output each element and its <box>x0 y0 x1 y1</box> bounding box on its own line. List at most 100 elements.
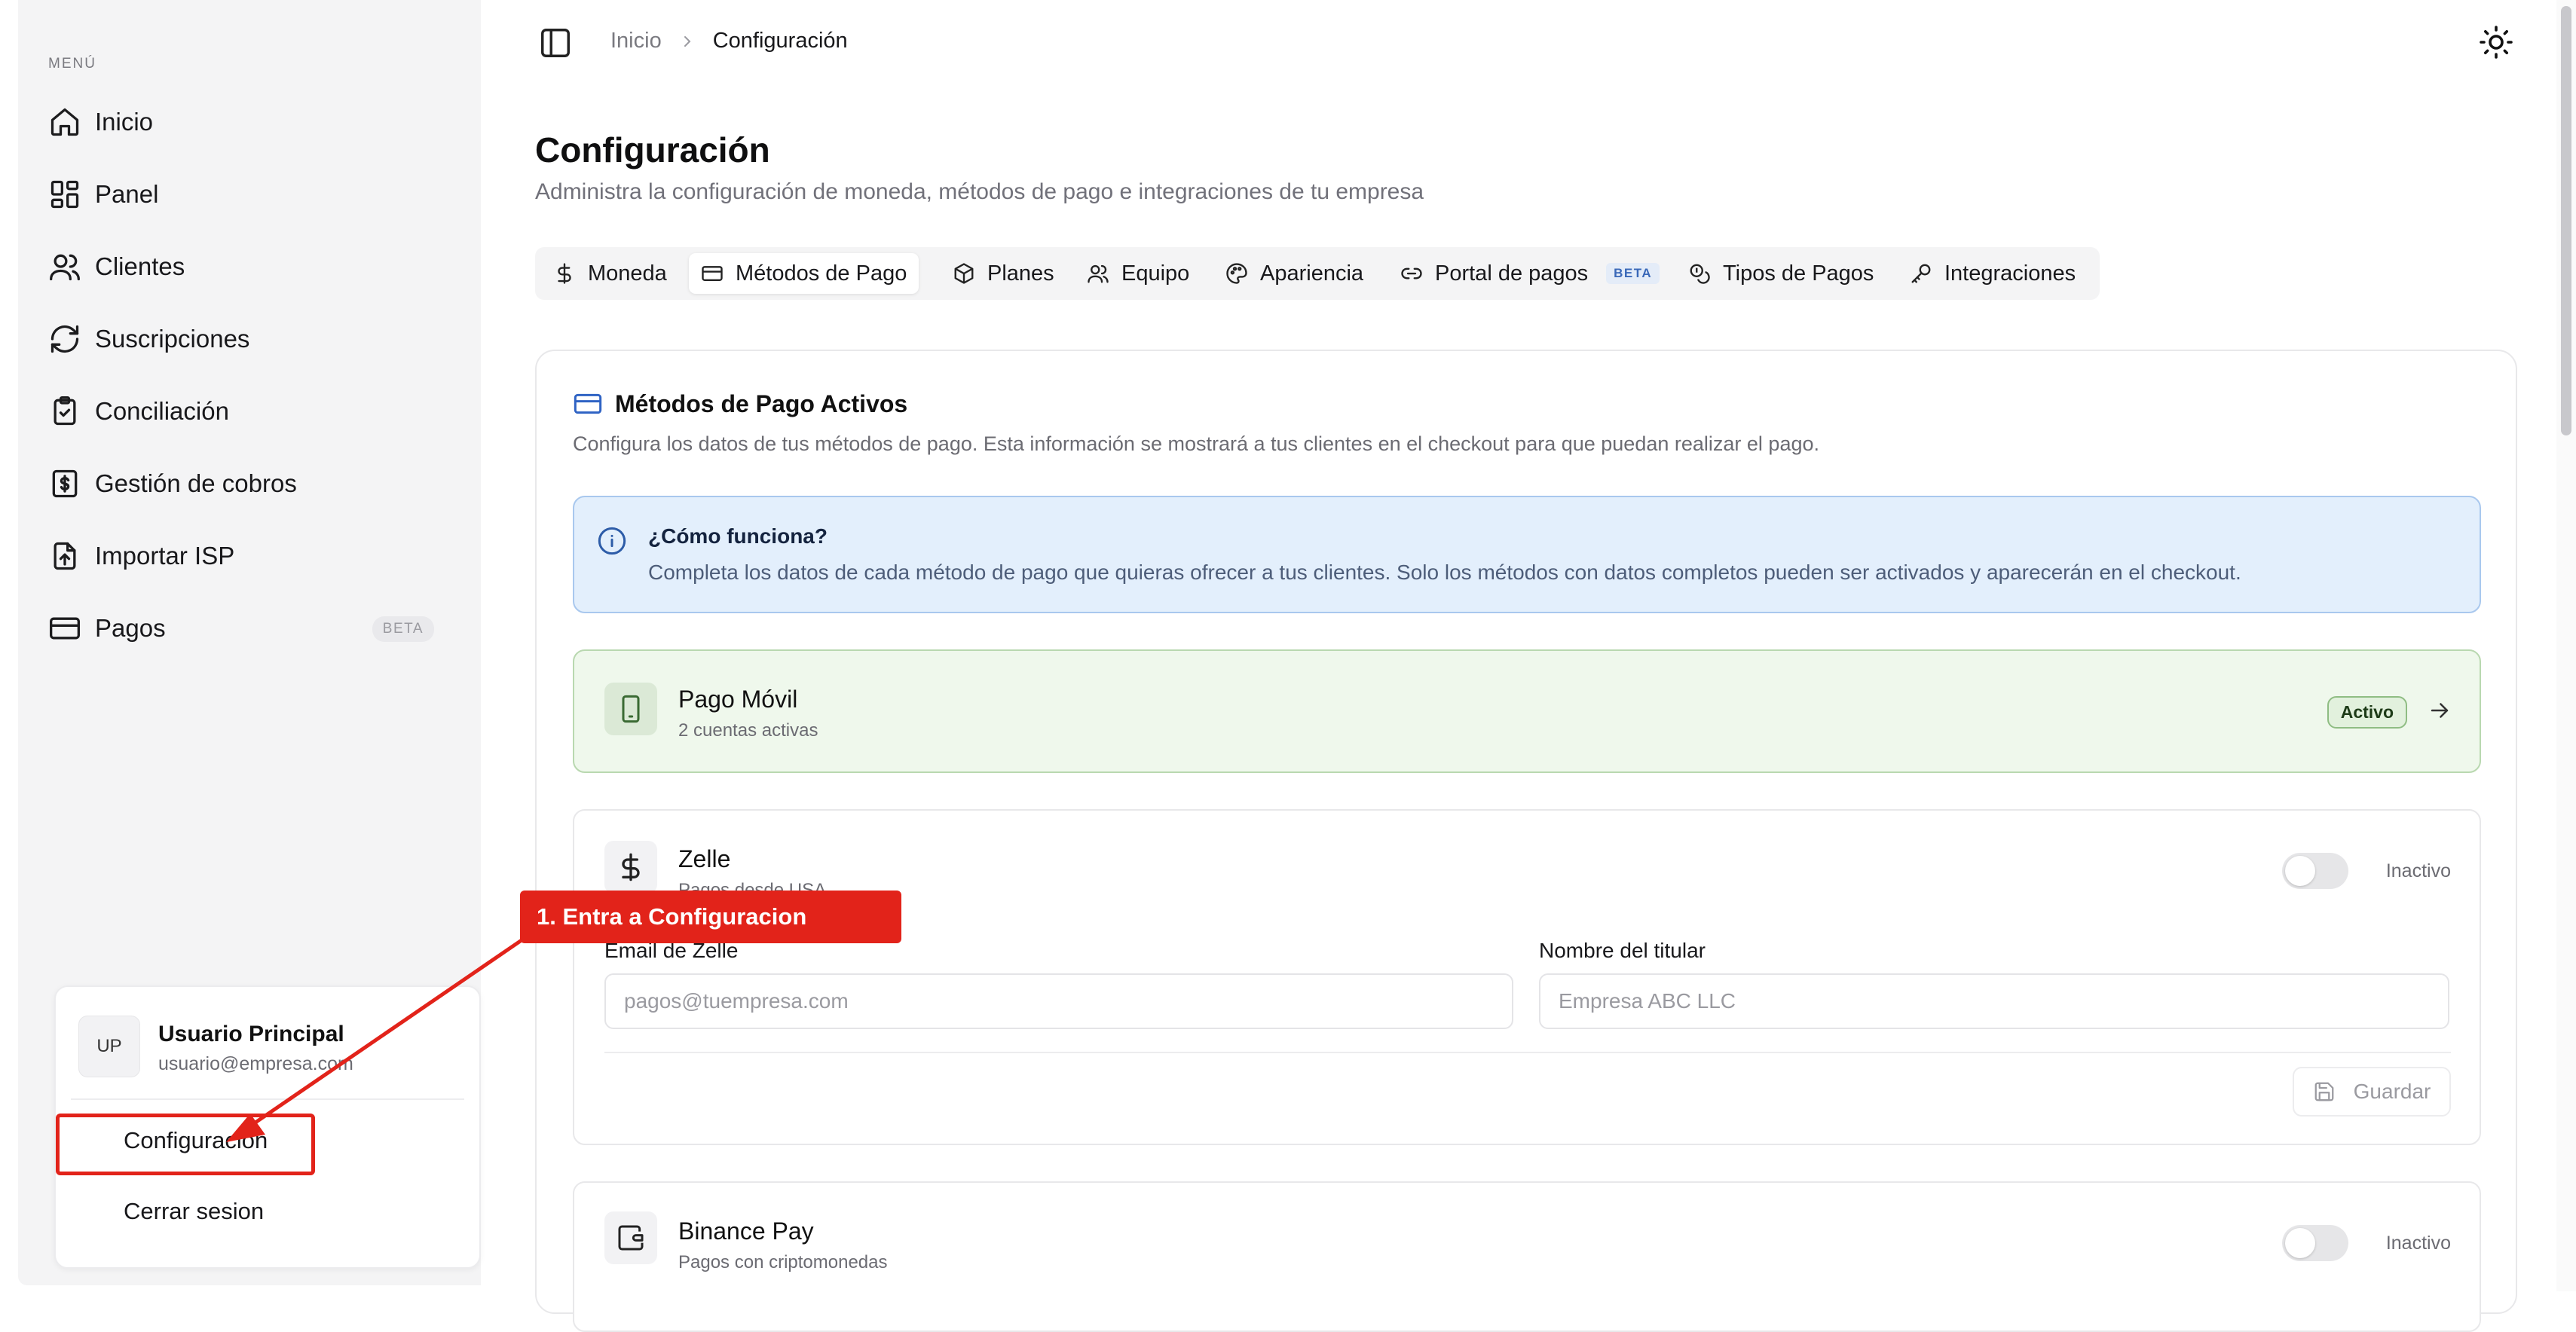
palette-icon <box>1226 263 1247 284</box>
breadcrumb-current: Configuración <box>712 29 848 53</box>
status-badge: Activo <box>2327 696 2407 729</box>
user-name: Usuario Principal <box>158 1022 344 1046</box>
save-icon <box>2314 1082 2334 1101</box>
method-pago-movil[interactable]: Pago Móvil 2 cuentas activas Activo <box>573 649 2481 773</box>
key-icon <box>1911 264 1931 283</box>
sidebar-item-label: Conciliación <box>95 397 229 425</box>
arrow-right-icon[interactable] <box>2427 698 2452 723</box>
sidebar-item-label: Panel <box>95 180 159 208</box>
info-callout: ¿Cómo funciona? Completa los datos de ca… <box>573 496 2481 613</box>
tab-label: Tipos de Pagos <box>1723 261 1874 286</box>
credit-card-icon <box>574 393 602 414</box>
home-icon <box>50 108 79 136</box>
tab-integraciones[interactable]: Integraciones <box>1898 253 2088 294</box>
breadcrumb: Inicio Configuración <box>610 29 848 53</box>
sidebar-item-label: Gestión de cobros <box>95 469 297 497</box>
page-subtitle: Administra la configuración de moneda, m… <box>535 179 1424 204</box>
dashboard-icon <box>50 180 79 209</box>
user-email: usuario@empresa.com <box>158 1053 353 1074</box>
sidebar-item-label: Pagos <box>95 614 166 642</box>
card-title: Métodos de Pago Activos <box>573 389 907 419</box>
sidebar-item-label: Suscripciones <box>95 325 250 353</box>
card-description: Configura los datos de tus métodos de pa… <box>573 432 1819 455</box>
tab-moneda[interactable]: Moneda <box>541 253 679 294</box>
tab-label: Métodos de Pago <box>736 261 907 286</box>
sidebar-toggle-icon[interactable] <box>538 26 573 60</box>
sidebar-item-panel[interactable]: Panel <box>48 166 467 223</box>
sidebar-item-inicio[interactable]: Inicio <box>48 93 467 151</box>
beta-badge: BETA <box>1606 263 1660 284</box>
method-subtitle: Pagos con criptomonedas <box>678 1252 888 1272</box>
sidebar: MENÚ Inicio Panel Clientes Suscripciones… <box>18 0 481 1285</box>
method-name: Pago Móvil <box>678 686 798 713</box>
tab-label: Integraciones <box>1944 261 2076 286</box>
zelle-email-input[interactable] <box>604 973 1513 1029</box>
toggle-label: Inactivo <box>2385 860 2451 881</box>
method-icon-box <box>604 841 657 894</box>
dollar-receipt-icon <box>52 469 78 498</box>
annotation-label: 1. Entra a Configuracion <box>520 891 901 943</box>
sidebar-item-pagos[interactable]: Pagos BETA <box>48 600 467 657</box>
tab-label: Moneda <box>588 261 667 286</box>
tab-label: Apariencia <box>1260 261 1364 286</box>
toggle-label: Inactivo <box>2385 1233 2451 1254</box>
info-icon <box>598 527 626 555</box>
sidebar-item-importar-isp[interactable]: Importar ISP <box>48 527 467 585</box>
credit-card-icon <box>702 266 723 281</box>
info-text: Completa los datos de cada método de pag… <box>648 561 2241 584</box>
tab-metodos-de-pago[interactable]: Métodos de Pago <box>689 253 919 294</box>
method-name: Zelle <box>678 845 731 872</box>
tab-label: Portal de pagos <box>1435 261 1589 286</box>
beta-badge: BETA <box>372 616 434 642</box>
wallet-icon <box>618 1225 644 1251</box>
avatar: UP <box>78 1016 140 1077</box>
status-toggle[interactable] <box>2282 1225 2348 1261</box>
sidebar-item-label: Inicio <box>95 108 154 136</box>
tab-label: Equipo <box>1121 261 1190 286</box>
divider <box>604 1052 2451 1053</box>
info-title: ¿Cómo funciona? <box>648 524 828 548</box>
clipboard-check-icon <box>54 396 76 426</box>
dollar-icon <box>558 263 571 284</box>
cerrar-sesion-menu-item[interactable]: Cerrar sesion <box>124 1198 264 1225</box>
team-icon <box>1088 264 1109 283</box>
sidebar-item-label: Clientes <box>95 252 185 280</box>
divider <box>71 1098 464 1100</box>
annotation-highlight-box <box>56 1114 315 1175</box>
file-upload-icon <box>54 542 76 570</box>
refresh-icon <box>50 325 79 353</box>
save-button[interactable]: Guardar <box>2293 1067 2451 1117</box>
save-label: Guardar <box>2353 1080 2431 1103</box>
coins-icon <box>1690 264 1710 284</box>
package-icon <box>954 263 974 284</box>
dollar-icon <box>622 853 640 881</box>
tab-equipo[interactable]: Equipo <box>1075 253 1201 294</box>
tab-apariencia[interactable]: Apariencia <box>1213 253 1375 294</box>
status-toggle[interactable] <box>2282 853 2348 889</box>
method-icon-box <box>604 683 657 735</box>
sidebar-item-gestion-cobros[interactable]: Gestión de cobros <box>48 455 467 512</box>
method-name: Binance Pay <box>678 1217 814 1245</box>
card-title-text: Métodos de Pago Activos <box>615 390 908 417</box>
tab-portal-de-pagos[interactable]: Portal de pagos BETA <box>1388 253 1672 294</box>
sidebar-item-suscripciones[interactable]: Suscripciones <box>48 310 467 368</box>
method-subtitle: 2 cuentas activas <box>678 720 818 741</box>
tab-tipos-de-pagos[interactable]: Tipos de Pagos <box>1676 253 1886 294</box>
credit-card-icon <box>50 617 80 640</box>
tab-planes[interactable]: Planes <box>941 253 1066 294</box>
smartphone-icon <box>622 695 640 723</box>
method-icon-box <box>604 1211 657 1264</box>
breadcrumb-inicio[interactable]: Inicio <box>610 29 662 53</box>
field-label: Nombre del titular <box>1539 939 1706 962</box>
zelle-holder-name-input[interactable] <box>1539 973 2449 1029</box>
link-icon <box>1401 267 1422 280</box>
menu-section-title: MENÚ <box>48 56 96 72</box>
sidebar-item-label: Importar ISP <box>95 542 235 570</box>
settings-tabs: Moneda Métodos de Pago Planes Equipo Apa… <box>535 247 2100 300</box>
sidebar-item-conciliacion[interactable]: Conciliación <box>48 383 467 440</box>
users-icon <box>50 254 80 281</box>
scrollbar-thumb[interactable] <box>2561 6 2571 435</box>
sidebar-item-clientes[interactable]: Clientes <box>48 238 467 295</box>
tab-label: Planes <box>987 261 1054 286</box>
sun-icon[interactable] <box>2478 24 2514 60</box>
